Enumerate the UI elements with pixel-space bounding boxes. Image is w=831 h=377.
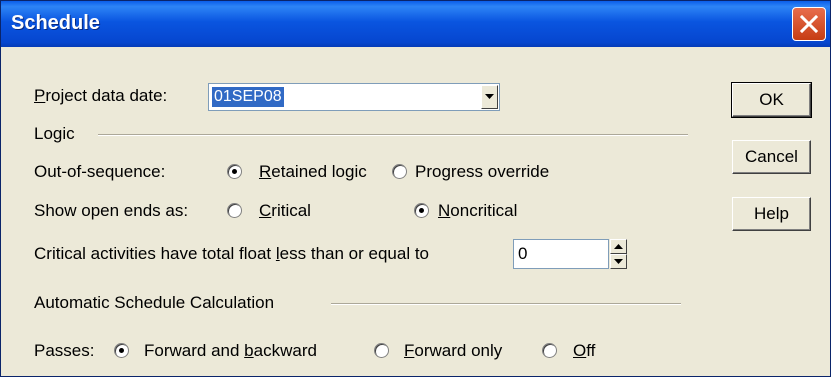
auto-calc-group-label: Automatic Schedule Calculation — [34, 293, 275, 312]
logic-group-label: Logic — [34, 124, 75, 143]
total-float-spinner[interactable] — [610, 239, 627, 269]
forward-only-label[interactable]: Forward only — [404, 341, 502, 361]
critical-label[interactable]: Critical — [259, 201, 311, 221]
dropdown-arrow-icon — [485, 94, 494, 99]
off-label[interactable]: Off — [573, 341, 595, 361]
total-float-label: Critical activities have total float les… — [34, 244, 429, 263]
spin-down-icon — [614, 259, 623, 264]
retained-logic-radio[interactable] — [227, 164, 242, 179]
forward-backward-radio[interactable] — [114, 343, 129, 358]
progress-override-radio[interactable] — [392, 164, 407, 179]
close-icon — [800, 15, 818, 33]
radio-selected-dot — [232, 169, 237, 174]
cancel-button[interactable]: Cancel — [732, 140, 811, 174]
open-ends-label: Show open ends as: — [34, 201, 189, 220]
radio-selected-dot — [419, 208, 424, 213]
forward-only-radio[interactable] — [374, 343, 389, 358]
critical-radio[interactable] — [227, 203, 242, 218]
logic-group-divider — [98, 134, 688, 136]
data-date-combo[interactable]: 01SEP08 — [208, 83, 500, 111]
forward-backward-label[interactable]: Forward and backward — [144, 341, 317, 361]
out-of-sequence-label: Out-of-sequence: — [34, 162, 166, 181]
spin-down-button[interactable] — [610, 254, 627, 269]
schedule-dialog: Schedule Project data date: 01SEP08 Logi… — [0, 0, 831, 377]
spin-up-icon — [614, 244, 623, 249]
spin-up-button[interactable] — [610, 239, 627, 254]
noncritical-radio[interactable] — [414, 203, 429, 218]
off-radio[interactable] — [542, 343, 557, 358]
data-date-value[interactable]: 01SEP08 — [212, 87, 284, 107]
passes-label: Passes: — [34, 341, 95, 360]
close-button[interactable] — [792, 7, 826, 41]
radio-selected-dot — [119, 348, 124, 353]
noncritical-label[interactable]: Noncritical — [438, 201, 517, 221]
ok-button[interactable]: OK — [731, 82, 812, 118]
progress-override-label[interactable]: Progress override — [415, 162, 549, 182]
dropdown-button[interactable] — [481, 85, 498, 109]
title-bar: Schedule — [1, 1, 830, 47]
auto-calc-group-divider — [331, 303, 681, 305]
retained-logic-label[interactable]: Retained logic — [259, 162, 367, 182]
total-float-input[interactable]: 0 — [513, 239, 609, 269]
data-date-label: Project data date: — [34, 86, 168, 105]
dialog-title: Schedule — [11, 12, 100, 34]
help-button[interactable]: Help — [732, 197, 811, 231]
